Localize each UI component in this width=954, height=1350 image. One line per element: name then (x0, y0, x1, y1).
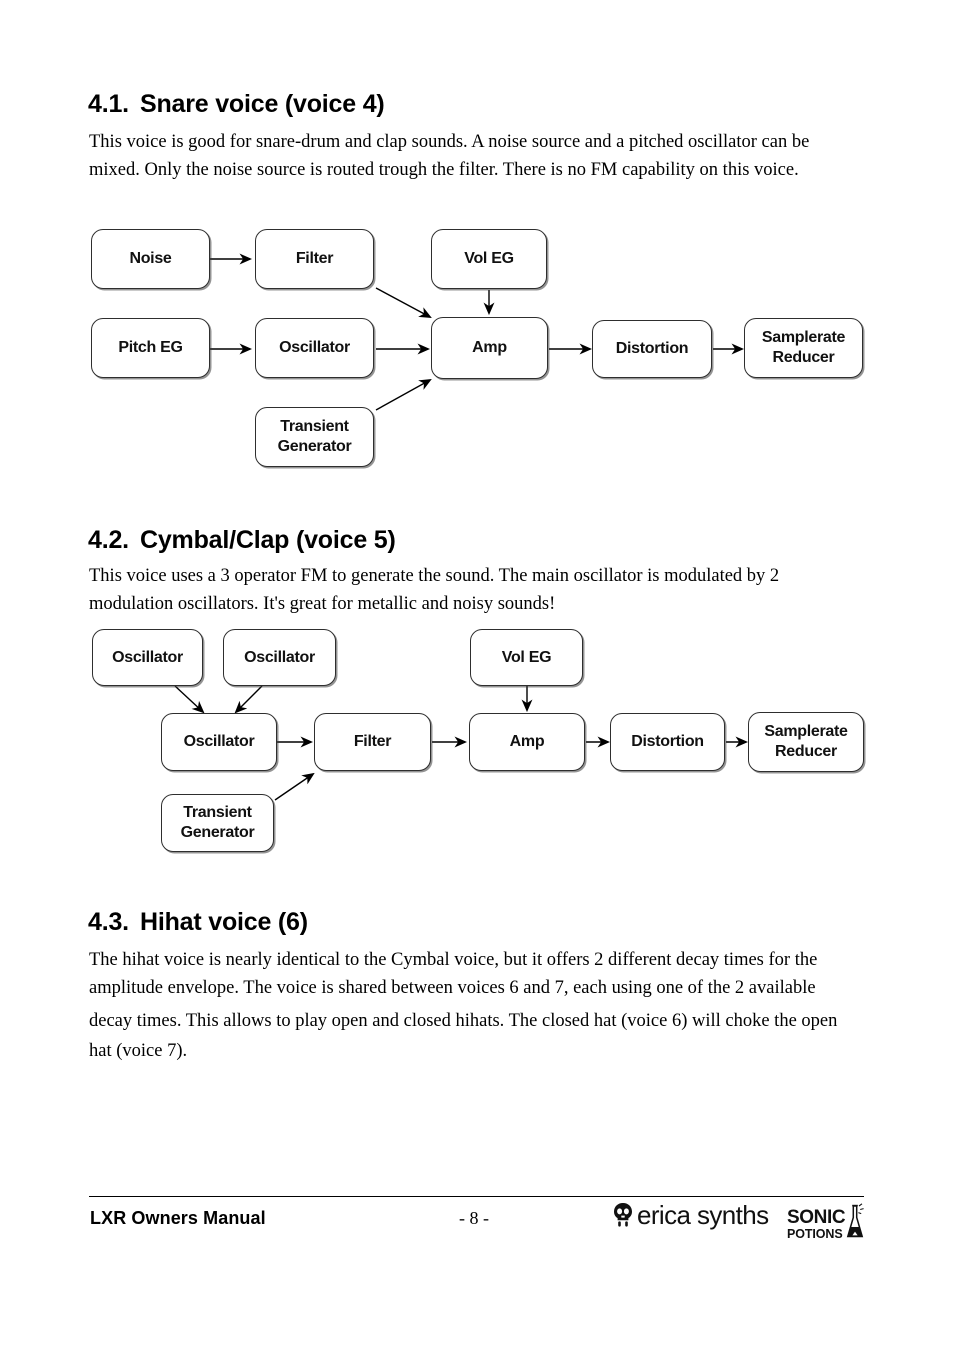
node-samplerate-reducer-line1: Samplerate (761, 329, 846, 347)
node-samplerate-reducer-line2: Reducer (772, 349, 835, 366)
sonic-potions-wordmark: SONIC POTIONS (787, 1206, 846, 1241)
document-page: 4.1. Snare voice (voice 4) This voice is … (0, 0, 954, 1350)
heading-4-1-number: 4.1. (88, 90, 129, 118)
heading-4-2-title: Cymbal/Clap (voice 5) (140, 526, 396, 554)
node-cymbal-transient-line2: Generator (180, 824, 255, 841)
footer-divider (89, 1196, 864, 1198)
node-samplerate-reducer: Samplerate Reducer (744, 318, 863, 378)
paragraph-4-1: This voice is good for snare-drum and cl… (89, 132, 810, 180)
paragraph-4-3-part2: decay times. This allows to play open an… (89, 1011, 838, 1061)
sonic-potions-line1: SONIC (787, 1206, 846, 1228)
node-cymbal-transient-generator: Transient Generator (161, 794, 274, 852)
node-cymbal-vol-eg: Vol EG (470, 629, 583, 686)
node-cymbal-samplerate-reducer: Samplerate Reducer (748, 712, 864, 772)
node-oscillator: Oscillator (255, 318, 374, 378)
node-transient-generator: Transient Generator (255, 407, 374, 467)
node-cymbal-samplerate-line1: Samplerate (764, 723, 848, 741)
node-cymbal-transient-line1: Transient (183, 804, 252, 822)
paragraph-4-2: This voice uses a 3 operator FM to gener… (89, 566, 780, 614)
paragraph-4-3-part1: The hihat voice is nearly identical to t… (89, 950, 818, 998)
heading-4-3-title: Hihat voice (6) (140, 908, 308, 936)
flask-icon (846, 1203, 866, 1241)
node-pitch-eg: Pitch EG (91, 318, 210, 378)
heading-4-3-number: 4.3. (88, 908, 129, 936)
sonic-potions-logo: SONIC POTIONS (787, 1203, 866, 1240)
node-cymbal-filter: Filter (314, 713, 431, 771)
node-transient-generator-line2: Generator (277, 438, 352, 455)
node-cymbal-main-osc: Oscillator (161, 713, 277, 771)
node-cymbal-amp: Amp (469, 713, 585, 771)
node-distortion: Distortion (592, 320, 712, 378)
heading-4-2-number: 4.2. (88, 526, 129, 554)
erica-synths-wordmark: erica synths (637, 1200, 769, 1230)
node-noise: Noise (91, 229, 210, 289)
footer-document-title: LXR Owners Manual (90, 1208, 266, 1228)
node-transient-generator-line1: Transient (280, 418, 349, 436)
node-amp: Amp (431, 317, 548, 379)
heading-4-1: 4.1. Snare voice (voice 4) (88, 90, 385, 119)
footer-page-number: - 8 - (459, 1208, 489, 1228)
erica-skull-icon (612, 1202, 634, 1228)
erica-synths-logo: erica synths (612, 1202, 769, 1228)
node-cymbal-distortion: Distortion (610, 713, 725, 771)
sonic-potions-line2: POTIONS (787, 1226, 843, 1241)
heading-4-2: 4.2. Cymbal/Clap (voice 5) (88, 526, 396, 555)
node-cymbal-mod-osc-1: Oscillator (92, 629, 203, 686)
node-vol-eg: Vol EG (431, 229, 547, 289)
heading-4-3: 4.3. Hihat voice (6) (88, 908, 308, 937)
node-cymbal-mod-osc-2: Oscillator (223, 629, 336, 686)
node-cymbal-samplerate-line2: Reducer (775, 743, 837, 760)
heading-4-1-title: Snare voice (voice 4) (140, 90, 385, 118)
node-filter: Filter (255, 229, 374, 289)
